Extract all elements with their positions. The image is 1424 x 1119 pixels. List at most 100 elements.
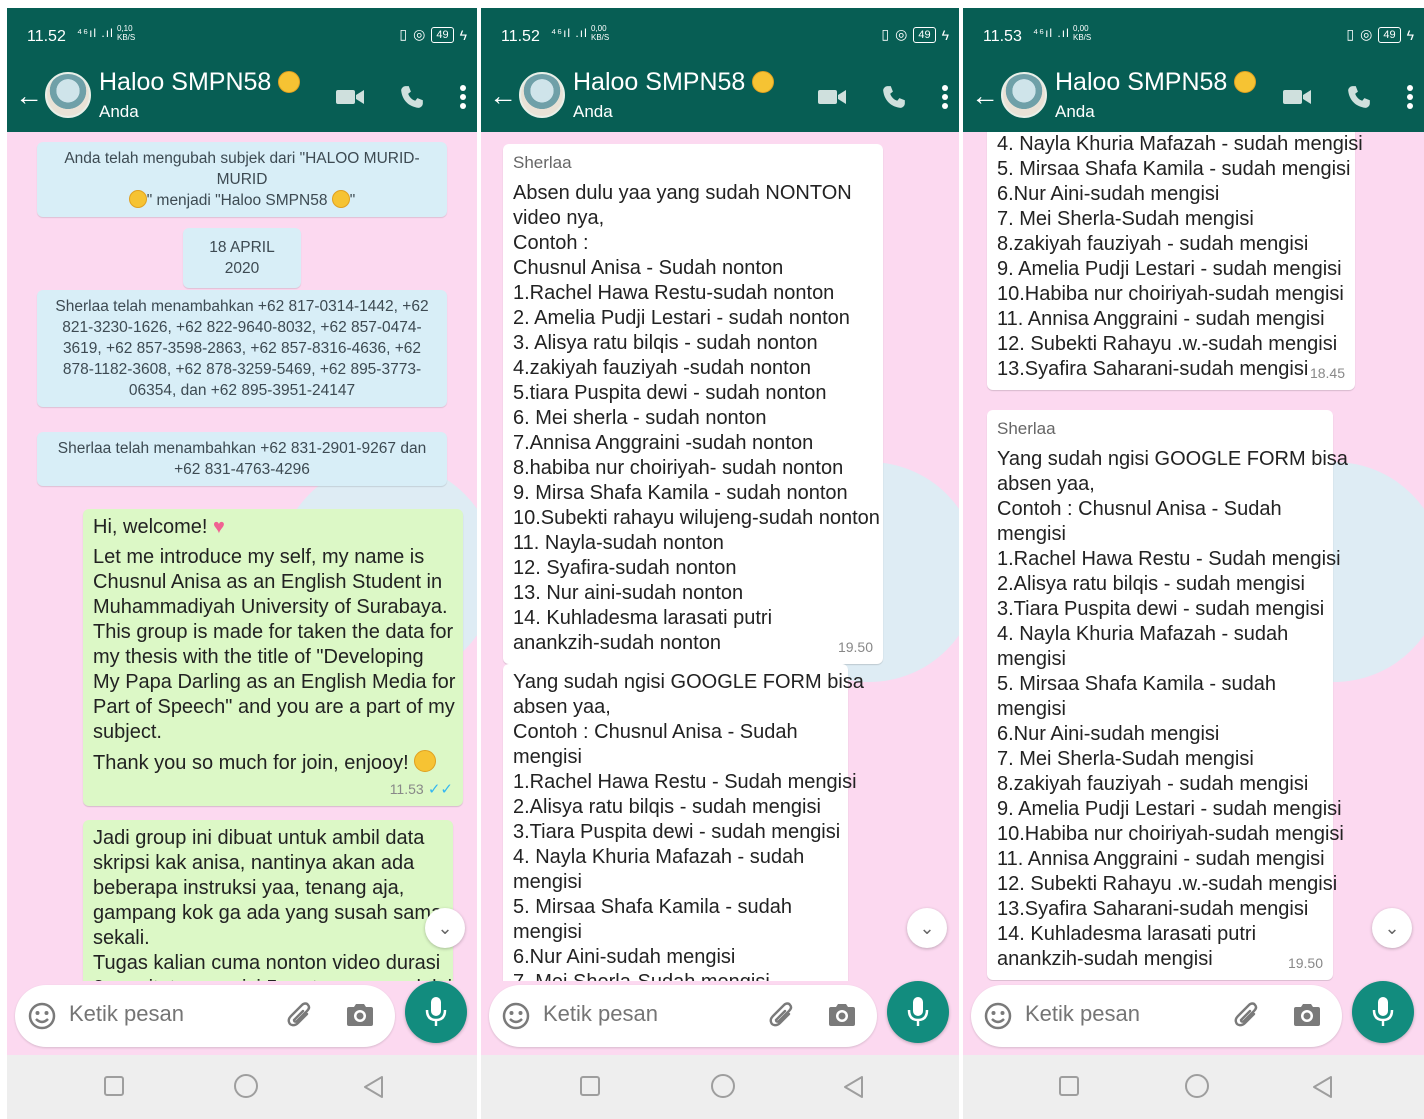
- nav-back-icon[interactable]: [362, 1075, 384, 1104]
- system-nav-bar: [481, 1055, 959, 1119]
- message-line: Yang sudah ngisi GOOGLE FORM bisa: [997, 448, 1348, 470]
- network-speed-unit: KB/S: [1073, 33, 1092, 42]
- nav-circle-icon[interactable]: [1184, 1073, 1210, 1104]
- more-options-icon[interactable]: [1406, 84, 1414, 110]
- attach-icon[interactable]: [1232, 1001, 1262, 1036]
- message-list[interactable]: Anda telah mengubah subjek dari "HALOO M…: [7, 132, 477, 981]
- phone-screen-2: 11.52 ⁴⁶ıl .ıl 0,00 KB/S ▯ ◎ 49 ϟ ← Haloo SMPN58 …: [481, 8, 959, 1119]
- back-arrow-icon[interactable]: ←: [489, 82, 517, 110]
- chat-header: ← Haloo SMPN58 Anda: [7, 62, 477, 132]
- network-speed: 0,00 KB/S: [591, 24, 609, 42]
- video-call-icon[interactable]: [335, 87, 365, 107]
- video-call-icon[interactable]: [1282, 87, 1312, 107]
- data-saver-icon: ◎: [1360, 26, 1373, 42]
- attach-icon[interactable]: [767, 1001, 797, 1036]
- incoming-message[interactable]: Sherlaa Yang sudah ngisi GOOGLE FORM bisa…: [987, 410, 1348, 980]
- group-avatar[interactable]: [519, 72, 565, 118]
- scroll-down-icon[interactable]: ⌄: [425, 908, 465, 948]
- group-avatar[interactable]: [1001, 72, 1047, 118]
- emoji-icon[interactable]: [27, 1001, 57, 1036]
- chat-title[interactable]: Haloo SMPN58: [99, 68, 301, 97]
- message-input-box[interactable]: [15, 985, 395, 1047]
- message-line: mengisi: [513, 746, 582, 768]
- system-nav-bar: [7, 1055, 477, 1119]
- more-options-icon[interactable]: [459, 84, 467, 110]
- chat-title[interactable]: Haloo SMPN58: [1055, 68, 1257, 97]
- back-arrow-icon[interactable]: ←: [15, 82, 43, 110]
- voice-call-icon[interactable]: [1346, 84, 1372, 110]
- message-line: absen yaa,: [997, 473, 1095, 495]
- status-icons: ▯ ◎ 49 ϟ: [399, 26, 467, 43]
- message-line: subject.: [93, 721, 162, 743]
- emoji-icon[interactable]: [501, 1001, 531, 1036]
- nav-back-icon[interactable]: [842, 1075, 864, 1104]
- incoming-message[interactable]: Yang sudah ngisi GOOGLE FORM bisa absen y…: [503, 664, 864, 981]
- message-input[interactable]: [1025, 1001, 1216, 1027]
- camera-icon[interactable]: [1292, 1001, 1322, 1034]
- message-line: skripsi kak anisa, nantinya akan ada: [93, 852, 415, 874]
- read-ticks-icon: ✓✓: [423, 781, 453, 798]
- nav-square-icon[interactable]: [579, 1075, 601, 1102]
- message-line: Muhammadiyah University of Surabaya.: [93, 596, 448, 618]
- chat-title[interactable]: Haloo SMPN58: [573, 68, 775, 97]
- scroll-down-icon[interactable]: ⌄: [1372, 908, 1412, 948]
- message-line: 4. Nayla Khuria Mafazah - sudah mengisi: [997, 133, 1363, 155]
- status-time: 11.52: [501, 28, 540, 45]
- voice-call-icon[interactable]: [399, 84, 425, 110]
- camera-icon[interactable]: [345, 1001, 375, 1034]
- message-list[interactable]: Sherlaa Absen dulu yaa yang sudah NONTON v…: [481, 132, 959, 981]
- voice-call-icon[interactable]: [881, 84, 907, 110]
- message-line: Contoh :: [513, 232, 589, 254]
- mic-button[interactable]: [1352, 981, 1414, 1043]
- message-input-box[interactable]: [971, 985, 1342, 1047]
- nav-square-icon[interactable]: [103, 1075, 125, 1102]
- charging-icon: ϟ: [941, 26, 949, 43]
- mic-button[interactable]: [887, 981, 949, 1043]
- attach-icon[interactable]: [285, 1001, 315, 1036]
- nav-back-icon[interactable]: [1311, 1075, 1333, 1104]
- scroll-down-icon[interactable]: ⌄: [907, 908, 947, 948]
- message-time: 11.53 ✓✓: [390, 777, 453, 802]
- signal-icon: ⁴⁶ıl .ıl: [1033, 26, 1070, 40]
- network-speed-value: 0,10: [117, 24, 133, 33]
- camera-icon[interactable]: [827, 1001, 857, 1034]
- message-line: 2. Amelia Pudji Lestari - sudah nonton: [513, 307, 850, 329]
- message-line: 6.Nur Aini-sudah mengisi: [513, 946, 736, 968]
- message-line: 9. Amelia Pudji Lestari - sudah mengisi: [997, 258, 1342, 280]
- message-line: This group is made for taken the data fo…: [93, 621, 454, 643]
- emoji-icon[interactable]: [983, 1001, 1013, 1036]
- nav-circle-icon[interactable]: [233, 1073, 259, 1104]
- charging-icon: ϟ: [1406, 26, 1414, 43]
- message-line: Contoh : Chusnul Anisa - Sudah: [513, 721, 798, 743]
- group-avatar[interactable]: [45, 72, 91, 118]
- message-input[interactable]: [69, 1001, 269, 1027]
- incoming-message[interactable]: Sherlaa Absen dulu yaa yang sudah NONTON v…: [503, 144, 883, 664]
- message-line: 1.Rachel Hawa Restu-sudah nonton: [513, 282, 835, 304]
- incoming-message[interactable]: 4. Nayla Khuria Mafazah - sudah mengisi 5…: [987, 132, 1363, 390]
- nav-square-icon[interactable]: [1058, 1075, 1080, 1102]
- message-line: 11. Annisa Anggraini - sudah mengisi: [997, 848, 1325, 870]
- video-call-icon[interactable]: [817, 87, 847, 107]
- message-line: Yang sudah ngisi GOOGLE FORM bisa: [513, 671, 864, 693]
- more-options-icon[interactable]: [941, 84, 949, 110]
- header-actions: [1282, 84, 1414, 110]
- message-input[interactable]: [543, 1001, 751, 1027]
- message-line: 14. Kuhladesma larasati putri: [513, 607, 773, 629]
- mic-button[interactable]: [405, 981, 467, 1043]
- sender-name: Sherlaa: [513, 153, 572, 172]
- system-nav-bar: [963, 1055, 1424, 1119]
- message-line: 8.zakiyah fauziyah - sudah mengisi: [997, 773, 1309, 795]
- back-arrow-icon[interactable]: ←: [971, 82, 999, 110]
- status-bar: 11.53 ⁴⁶ıl .ıl 0,00 KB/S ▯ ◎ 49 ϟ: [963, 8, 1424, 62]
- message-line: Chusnul Anisa - Sudah nonton: [513, 257, 784, 279]
- message-input-box[interactable]: [489, 985, 877, 1047]
- outgoing-message[interactable]: Jadi group ini dibuat untuk ambil data sk…: [83, 820, 453, 981]
- nav-circle-icon[interactable]: [710, 1073, 736, 1104]
- outgoing-message[interactable]: Hi, welcome! ♥ Let me introduce my self, …: [83, 509, 463, 806]
- network-speed: 0,10 KB/S: [117, 24, 135, 42]
- message-list[interactable]: 4. Nayla Khuria Mafazah - sudah mengisi 5…: [963, 132, 1424, 981]
- message-line: mengisi: [997, 648, 1066, 670]
- header-actions: [817, 84, 949, 110]
- system-message-subject-change: Anda telah mengubah subjek dari "HALOO M…: [37, 142, 447, 217]
- heart-emoji-icon: ♥: [207, 516, 225, 538]
